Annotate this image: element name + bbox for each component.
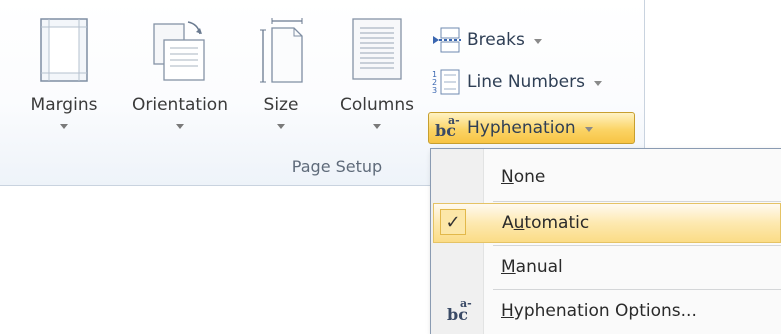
- menu-item-automatic[interactable]: ✓ Automatic: [433, 203, 781, 243]
- svg-text:3: 3: [432, 86, 437, 95]
- columns-label: Columns: [340, 95, 414, 115]
- line-numbers-button[interactable]: 1 2 3 Line Numbers: [431, 66, 602, 98]
- chevron-down-icon: [373, 124, 381, 129]
- columns-button[interactable]: Columns: [330, 0, 424, 150]
- menu-item-label: None: [501, 167, 546, 187]
- menu-separator: [493, 289, 781, 290]
- breaks-icon: [433, 27, 461, 53]
- menu-item-label: Manual: [501, 257, 563, 277]
- menu-item-label: Hyphenation Options...: [501, 301, 697, 321]
- breaks-button[interactable]: Breaks: [431, 24, 542, 56]
- menu-separator: [493, 201, 781, 202]
- chevron-down-icon: [584, 126, 593, 132]
- hyphenation-icon: bc a-: [435, 114, 460, 140]
- breaks-label: Breaks: [467, 30, 525, 50]
- line-numbers-icon: 1 2 3: [432, 69, 460, 95]
- line-numbers-label: Line Numbers: [467, 72, 585, 92]
- chevron-down-icon: [593, 80, 602, 86]
- hyphenation-button[interactable]: bc a- Hyphenation: [428, 112, 635, 144]
- page-size-icon: [260, 18, 303, 83]
- margins-button[interactable]: Margins: [10, 0, 118, 150]
- hyphenation-icon: bc a-: [447, 297, 472, 324]
- menu-item-none[interactable]: None: [433, 157, 781, 197]
- margins-label: Margins: [30, 95, 98, 115]
- hyphenation-menu: None ✓ Automatic Manual bc a- Hyphenatio…: [430, 148, 781, 334]
- size-button[interactable]: Size: [252, 0, 310, 150]
- hyphenation-label: Hyphenation: [467, 118, 576, 138]
- chevron-down-icon: [176, 124, 184, 129]
- menu-item-label: Automatic: [502, 213, 590, 233]
- menu-item-manual[interactable]: Manual: [433, 247, 781, 287]
- orientation-button[interactable]: Orientation: [118, 0, 242, 150]
- margins-icon: [40, 18, 88, 82]
- checkmark-icon: ✓: [440, 209, 466, 235]
- orientation-label: Orientation: [132, 95, 228, 115]
- chevron-down-icon: [533, 38, 542, 44]
- chevron-down-icon: [277, 124, 285, 129]
- chevron-down-icon: [60, 124, 68, 129]
- size-label: Size: [263, 95, 299, 115]
- orientation-icon: [153, 21, 205, 81]
- columns-icon: [352, 18, 402, 80]
- menu-item-hyphenation-options[interactable]: bc a- Hyphenation Options...: [433, 291, 781, 331]
- menu-separator: [493, 245, 781, 246]
